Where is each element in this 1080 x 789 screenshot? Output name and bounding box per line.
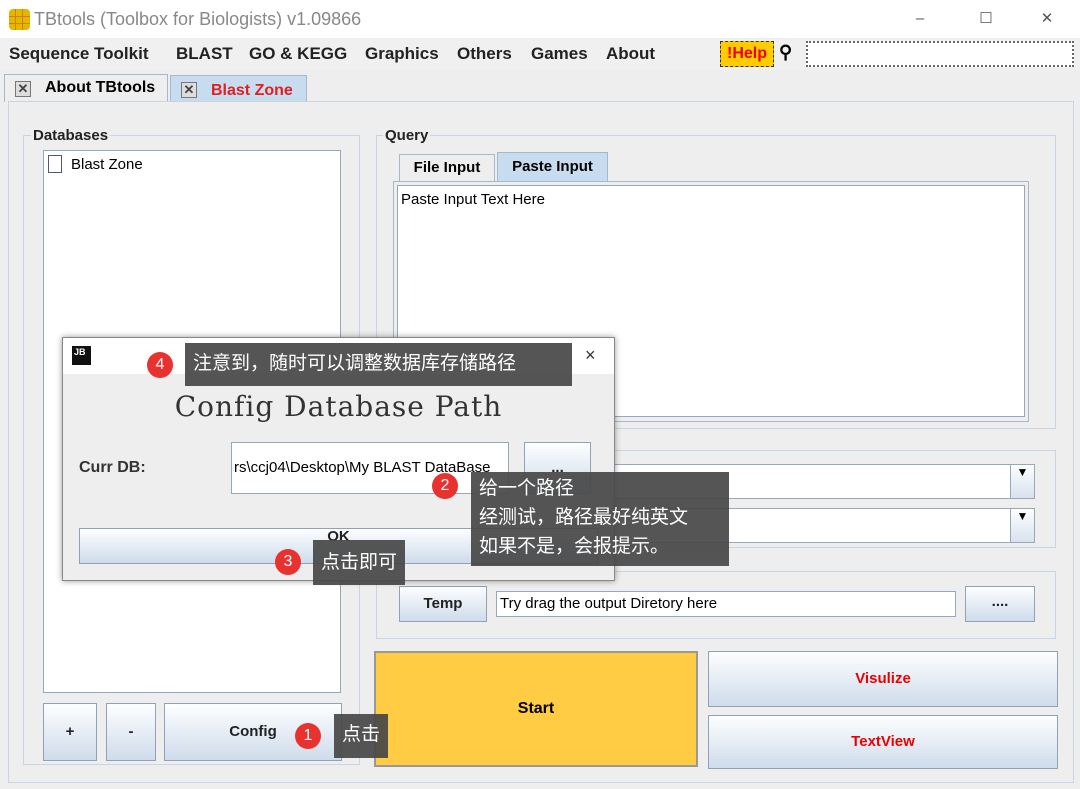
maximize-button[interactable]: ☐: [966, 6, 1006, 32]
annotation-line: 经测试，路径最好纯英文: [479, 507, 689, 528]
annotation-callout: 点击: [334, 714, 389, 758]
annotation-line: 如果不是，会报提示。: [479, 536, 670, 557]
curr-db-label: Curr DB:: [79, 459, 146, 476]
annotation-callout: 点击即可: [313, 540, 406, 585]
temp-button[interactable]: Temp: [399, 586, 487, 622]
close-tab-icon[interactable]: ✕: [15, 81, 31, 97]
close-button[interactable]: ✕: [1027, 6, 1067, 32]
search-icon[interactable]: ⚲: [779, 42, 792, 63]
search-input[interactable]: [806, 41, 1074, 67]
menu-graphics[interactable]: Graphics: [365, 44, 439, 64]
tab-label: About TBtools: [45, 79, 156, 96]
menu-others[interactable]: Others: [457, 44, 512, 64]
file-icon: [48, 155, 62, 173]
step-badge: 1: [295, 723, 321, 749]
tab-file-input[interactable]: File Input: [399, 154, 495, 181]
chevron-down-icon[interactable]: ▼: [1010, 465, 1034, 498]
tree-item[interactable]: Blast Zone: [71, 156, 143, 173]
step-badge: 3: [275, 549, 301, 575]
start-button[interactable]: Start: [374, 651, 698, 767]
annotation-line: 给一个路径: [479, 478, 575, 499]
visualize-button[interactable]: Visulize: [708, 651, 1058, 707]
chevron-down-icon[interactable]: ▼: [1010, 509, 1034, 542]
menu-go-kegg[interactable]: GO & KEGG: [249, 44, 347, 64]
tab-paste-input[interactable]: Paste Input: [497, 152, 608, 181]
menu-about[interactable]: About: [606, 44, 655, 64]
browse-output-button[interactable]: ....: [965, 586, 1035, 622]
databases-label: Databases: [31, 127, 111, 144]
remove-database-button[interactable]: -: [106, 703, 156, 761]
tab-about-tbtools[interactable]: ✕ About TBtools: [4, 74, 168, 102]
textview-button[interactable]: TextView: [708, 715, 1058, 769]
tab-blast-zone[interactable]: ✕ Blast Zone: [170, 75, 307, 102]
minimize-button[interactable]: –: [900, 6, 940, 32]
annotation-callout: 注意到，随时可以调整数据库存储路径: [185, 343, 572, 386]
close-tab-icon[interactable]: ✕: [181, 82, 197, 98]
output-directory-input[interactable]: Try drag the output Diretory here: [496, 591, 956, 617]
step-badge: 4: [147, 352, 173, 378]
app-logo-icon: [9, 9, 30, 30]
dialog-close-button[interactable]: ×: [585, 345, 596, 366]
add-database-button[interactable]: +: [43, 703, 97, 761]
menu-blast[interactable]: BLAST: [176, 44, 233, 64]
curr-db-input[interactable]: rs\ccj04\Desktop\My BLAST DataBase: [231, 442, 509, 494]
window-title: TBtools (Toolbox for Biologists) v1.0986…: [34, 9, 362, 29]
help-button[interactable]: !Help: [720, 41, 774, 67]
jetbrains-icon: JB: [72, 346, 91, 365]
query-label: Query: [383, 127, 431, 144]
menu-sequence-toolkit[interactable]: Sequence Toolkit: [9, 44, 149, 64]
menu-games[interactable]: Games: [531, 44, 588, 64]
step-badge: 2: [432, 473, 458, 499]
dialog-title: Config Database Path: [174, 390, 503, 423]
annotation-callout: 给一个路径 经测试，路径最好纯英文 如果不是，会报提示。: [471, 472, 729, 566]
tab-label: Blast Zone: [211, 82, 293, 99]
